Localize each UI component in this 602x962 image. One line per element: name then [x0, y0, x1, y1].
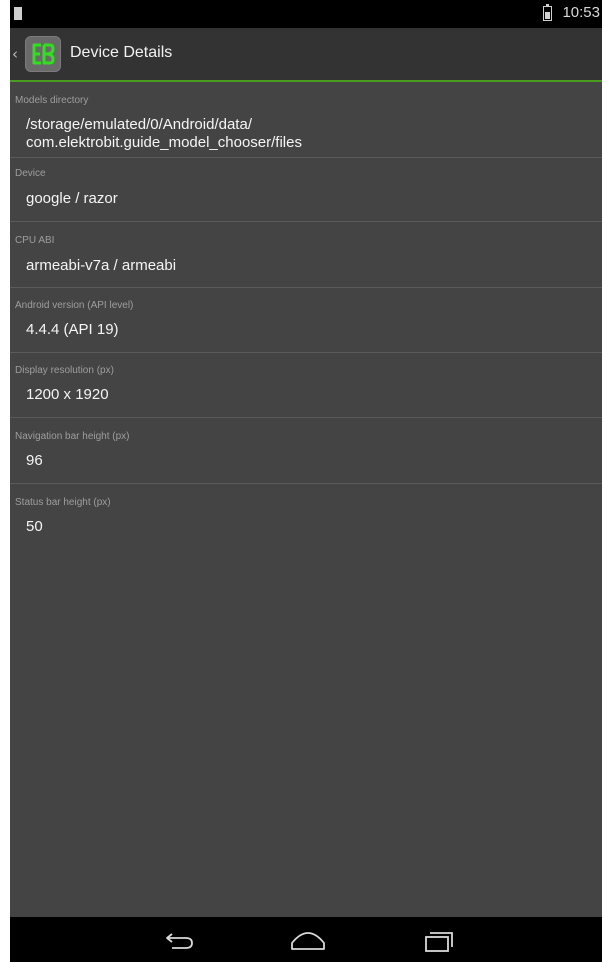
home-icon	[291, 932, 325, 950]
detail-value: armeabi-v7a / armeabi	[26, 257, 177, 274]
detail-value: 50	[26, 518, 43, 535]
detail-item-android-version: Android version (API level) 4.4.4 (API 1…	[10, 288, 602, 353]
detail-item-status-bar-height: Status bar height (px) 50	[10, 484, 602, 544]
detail-item-models-directory: Models directory /storage/emulated/0/And…	[10, 82, 602, 158]
battery-icon	[543, 4, 552, 21]
detail-value: /storage/emulated/0/Android/data/ com.el…	[26, 116, 302, 151]
detail-value: google / razor	[26, 190, 118, 207]
detail-value: 4.4.4 (API 19)	[26, 321, 119, 338]
navigation-bar	[10, 917, 602, 962]
back-button[interactable]	[150, 923, 210, 957]
detail-label: Android version (API level)	[15, 300, 134, 311]
chevron-left-icon[interactable]: ‹	[12, 46, 20, 62]
detail-label: CPU ABI	[15, 235, 55, 246]
back-icon	[166, 933, 193, 949]
detail-value: 1200 x 1920	[26, 386, 109, 403]
recents-icon	[425, 932, 453, 952]
action-bar: ‹ Device Details	[10, 28, 602, 82]
detail-label: Display resolution (px)	[15, 365, 114, 376]
app-logo-icon[interactable]	[25, 36, 61, 72]
detail-value: 96	[26, 452, 43, 469]
detail-item-device: Device google / razor	[10, 158, 602, 222]
status-time: 10:53	[562, 4, 600, 21]
detail-item-navigation-bar-height: Navigation bar height (px) 96	[10, 418, 602, 484]
detail-label: Models directory	[15, 95, 89, 106]
detail-item-cpu-abi: CPU ABI armeabi-v7a / armeabi	[10, 222, 602, 288]
status-bar: 10:53	[10, 0, 602, 28]
recents-button[interactable]	[408, 923, 468, 957]
detail-label: Device	[15, 168, 46, 179]
detail-label: Status bar height (px)	[15, 497, 111, 508]
screen-title: Device Details	[70, 44, 173, 61]
detail-item-display-resolution: Display resolution (px) 1200 x 1920	[10, 353, 602, 418]
device-screen: 10:53 ‹ Device Details Models directory …	[10, 0, 602, 962]
notification-icon	[14, 7, 22, 20]
app-logo-glyph	[32, 43, 55, 65]
detail-label: Navigation bar height (px)	[15, 431, 130, 442]
home-button[interactable]	[278, 923, 338, 957]
